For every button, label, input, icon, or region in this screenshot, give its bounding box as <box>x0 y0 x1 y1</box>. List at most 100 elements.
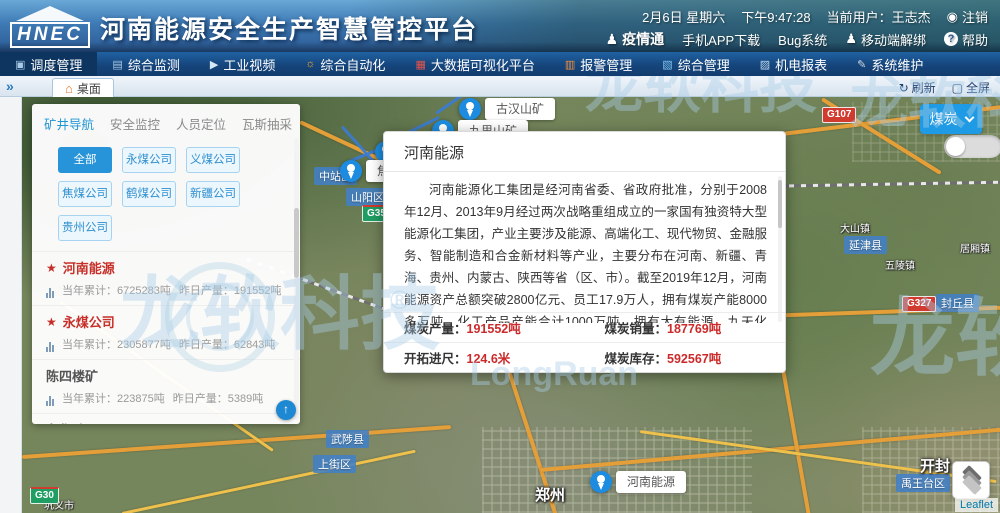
panel-tabs: 矿井导航 安全监控 人员定位 瓦斯抽采 水文监测 <box>32 104 300 141</box>
leaflet-attribution[interactable]: Leaflet <box>955 498 998 512</box>
nav-integrated-automation[interactable]: ☼综合自动化 <box>290 52 400 76</box>
person-icon: ♟ <box>606 31 619 48</box>
road <box>22 425 451 459</box>
road-badge-g107: G107 <box>822 107 856 123</box>
monitor-icon: ▣ <box>15 58 25 71</box>
nav-bigdata-visualization[interactable]: ▦大数据可视化平台 <box>400 52 549 76</box>
help-icon: ? <box>944 32 958 46</box>
toggle-knob <box>946 137 965 156</box>
tab-bar: » ⌂ 桌面 ↻刷新 ▢全屏 <box>0 76 1000 97</box>
refresh-icon: ↻ <box>899 81 909 95</box>
fullscreen-icon: ▢ <box>952 81 963 95</box>
map-marker-henan-energy[interactable]: 河南能源 <box>590 471 612 493</box>
city-label: 封丘县 <box>936 294 979 312</box>
scrollbar-thumb[interactable] <box>294 208 299 278</box>
list-item-henan-energy[interactable]: ★河南能源 当年累计：6725283吨昨日产量：191552吨 <box>32 252 300 306</box>
marker-label: 古汉山矿 <box>485 98 555 120</box>
logout-button[interactable]: ◉注销 <box>947 7 988 26</box>
star-icon: ★ <box>46 261 57 275</box>
popup-scrollbar[interactable] <box>778 176 782 322</box>
home-icon: ⌂ <box>65 81 73 96</box>
stat-excavation-footage: 开拓进尺：124.6米 <box>384 343 585 372</box>
time-label: 下午9:47:28 <box>741 7 810 26</box>
filter-yongmei[interactable]: 永煤公司 <box>122 147 176 173</box>
filter-guizhou[interactable]: 贵州公司 <box>58 215 112 241</box>
scrollbar-thumb[interactable] <box>778 180 782 228</box>
nav-electromechanical-reports[interactable]: ▨机电报表 <box>745 52 842 76</box>
monitor-icon: ▤ <box>112 58 122 71</box>
hnec-logo: HNEC <box>10 6 90 48</box>
nav-integrated-monitoring[interactable]: ▤综合监测 <box>97 52 194 76</box>
city-label: 武陟县 <box>326 430 369 448</box>
popup-description: 河南能源化工集团是经河南省委、省政府批准，分别于2008年12月、2013年9月… <box>384 172 785 323</box>
coal-layer-toggle[interactable] <box>944 135 1000 158</box>
current-user-label: 当前用户：王志杰 <box>827 7 931 26</box>
city-name-zhengzhou: 郑州 <box>535 484 565 505</box>
collapsed-sidebar-strip[interactable] <box>0 97 22 513</box>
page-title: 河南能源安全生产智慧管控平台 <box>100 10 478 46</box>
tab-desktop[interactable]: ⌂ 桌面 <box>52 78 114 97</box>
stat-coal-inventory: 煤炭库存：592567吨 <box>585 343 786 372</box>
link-mobile-app-download[interactable]: 手机APP下载 <box>682 30 760 49</box>
nav-dispatch-management[interactable]: ▣调度管理 <box>0 52 97 76</box>
list-item-yongmei[interactable]: ★永煤公司 当年累计：2305877吨昨日产量：62843吨 <box>32 306 300 360</box>
gear-icon: ☼ <box>305 58 315 70</box>
town-label: 居厢镇 <box>960 240 990 255</box>
link-yiqingtong[interactable]: ♟疫情通 <box>606 29 665 49</box>
nav-integrated-management[interactable]: ▧综合管理 <box>647 52 744 76</box>
link-mobile-unbind[interactable]: ♟移动端解绑 <box>845 30 926 49</box>
town-label: 五陵镇 <box>885 257 915 272</box>
bar-chart-icon <box>46 342 54 352</box>
collapse-sidebar-icon[interactable]: » <box>6 78 14 94</box>
city-label: 延津县 <box>844 236 887 254</box>
city-label: 上街区 <box>313 455 356 473</box>
pin-icon <box>590 471 612 493</box>
fullscreen-button[interactable]: ▢全屏 <box>952 79 990 96</box>
list-item-chensilou[interactable]: 陈四楼矿 当年累计：223875吨昨日产量：5389吨 <box>32 360 300 414</box>
scroll-up-button[interactable]: ↑ <box>276 400 296 420</box>
nav-industrial-video[interactable]: ▶工业视频 <box>195 52 290 76</box>
popup-stats: 煤炭产量：191552吨 煤炭销量：187769吨 开拓进尺：124.6米 煤炭… <box>384 312 785 372</box>
tab-personnel-positioning[interactable]: 人员定位 <box>176 114 226 133</box>
pin-icon <box>459 98 481 120</box>
chart-icon: ▦ <box>415 58 425 71</box>
map-layers-button[interactable] <box>952 461 990 499</box>
city-name-kaifeng: 开封 <box>920 455 950 476</box>
town-label: 大山镇 <box>840 220 870 235</box>
wrench-icon: ✎ <box>857 58 866 71</box>
filter-xinjiang[interactable]: 新疆公司 <box>186 181 240 207</box>
map-marker-guhanshan[interactable]: 古汉山矿 <box>459 98 481 120</box>
mine-list: ★河南能源 当年累计：6725283吨昨日产量：191552吨 ★永煤公司 当年… <box>32 251 300 424</box>
folder-icon: ▧ <box>662 58 672 71</box>
road <box>778 352 812 513</box>
logo-pyramid-icon <box>16 6 84 21</box>
header-status-row: 2月6日 星期六 下午9:47:28 当前用户：王志杰 ◉注销 <box>642 7 988 26</box>
filter-hemei[interactable]: 鹤煤公司 <box>122 181 176 207</box>
map-marker-jiaomei[interactable]: 焦煤公司 <box>340 160 362 182</box>
app-screen: HNEC 河南能源安全生产智慧管控平台 2月6日 星期六 下午9:47:28 当… <box>0 0 1000 513</box>
tab-gas-extraction[interactable]: 瓦斯抽采 <box>242 114 292 133</box>
panel-scrollbar[interactable] <box>294 138 299 420</box>
nav-system-maintenance[interactable]: ✎系统维护 <box>842 52 938 76</box>
nav-alarm-management[interactable]: ▥报警管理 <box>550 52 647 76</box>
tab-safety-monitoring[interactable]: 安全监控 <box>110 114 160 133</box>
date-label: 2月6日 星期六 <box>642 7 725 26</box>
filter-all[interactable]: 全部 <box>58 147 112 173</box>
filter-yimei[interactable]: 义煤公司 <box>186 147 240 173</box>
star-icon: ★ <box>46 315 57 329</box>
refresh-button[interactable]: ↻刷新 <box>899 79 936 96</box>
alarm-icon: ▥ <box>565 58 575 71</box>
stat-coal-output: 煤炭产量：191552吨 <box>384 313 585 342</box>
link-help[interactable]: ?帮助 <box>944 30 988 49</box>
marker-label: 河南能源 <box>616 471 686 493</box>
tab-mine-navigation[interactable]: 矿井导航 <box>44 114 94 133</box>
filter-jiaomei[interactable]: 焦煤公司 <box>58 181 112 207</box>
link-bug-system[interactable]: Bug系统 <box>778 30 827 49</box>
company-filters: 全部 永煤公司 义煤公司 焦煤公司 鹤煤公司 新疆公司 贵州公司 <box>32 141 300 251</box>
coal-layer-button[interactable]: 煤炭 <box>920 104 982 134</box>
mine-navigation-panel: 矿井导航 安全监控 人员定位 瓦斯抽采 水文监测 全部 永煤公司 义煤公司 焦煤… <box>32 104 300 424</box>
person-icon: ♟ <box>845 31 857 47</box>
bar-chart-icon <box>46 396 54 406</box>
list-item-cheji[interactable]: 车集矿 当年累计：179682吨昨日产量：4506吨 <box>32 414 300 424</box>
report-icon: ▨ <box>760 58 770 71</box>
